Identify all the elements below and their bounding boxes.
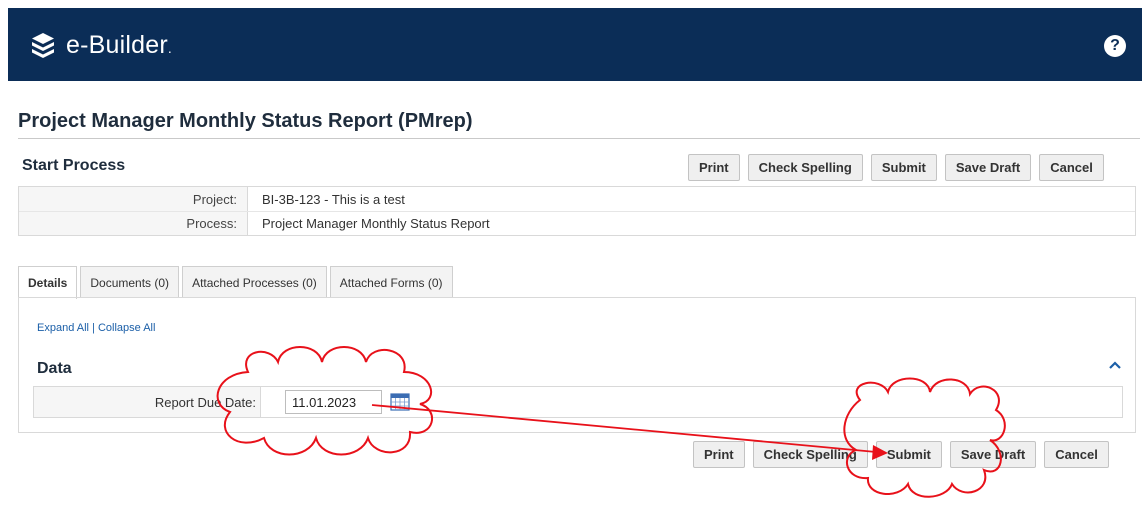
cancel-button-bottom[interactable]: Cancel bbox=[1044, 441, 1109, 468]
bottom-toolbar: Print Check Spelling Submit Save Draft C… bbox=[693, 441, 1109, 468]
check-spelling-button-bottom[interactable]: Check Spelling bbox=[752, 441, 868, 468]
tab-bar: Details Documents (0) Attached Processes… bbox=[18, 266, 453, 299]
tab-details[interactable]: Details bbox=[18, 266, 78, 299]
cancel-button[interactable]: Cancel bbox=[1039, 154, 1104, 181]
chevron-up-icon[interactable] bbox=[1109, 356, 1121, 372]
submit-button-bottom[interactable]: Submit bbox=[875, 441, 942, 468]
report-due-date-input[interactable] bbox=[285, 390, 382, 414]
expand-all-link[interactable]: Expand All bbox=[37, 322, 89, 334]
cube-logo-icon bbox=[32, 33, 54, 58]
process-label: Process: bbox=[19, 212, 247, 235]
report-due-date-label: Report Due Date: bbox=[34, 387, 260, 417]
print-button-bottom[interactable]: Print bbox=[693, 441, 745, 468]
save-draft-button[interactable]: Save Draft bbox=[944, 154, 1032, 181]
link-separator: | bbox=[88, 322, 98, 334]
process-info: Project: BI-3B-123 - This is a test Proc… bbox=[18, 186, 1136, 236]
expand-collapse-links: Expand All | Collapse All bbox=[37, 322, 155, 334]
data-section-title: Data bbox=[37, 360, 72, 377]
top-toolbar: Print Check Spelling Submit Save Draft C… bbox=[688, 154, 1104, 181]
project-label: Project: bbox=[19, 187, 247, 211]
tab-attached-forms[interactable]: Attached Forms (0) bbox=[329, 266, 453, 298]
tab-documents[interactable]: Documents (0) bbox=[80, 266, 180, 298]
print-button[interactable]: Print bbox=[688, 154, 740, 181]
logo-text: e-Builder. bbox=[66, 30, 172, 59]
check-spelling-button[interactable]: Check Spelling bbox=[747, 154, 863, 181]
process-row: Process: Project Manager Monthly Status … bbox=[19, 211, 1135, 235]
project-row: Project: BI-3B-123 - This is a test bbox=[19, 187, 1135, 211]
project-value: BI-3B-123 - This is a test bbox=[247, 187, 405, 211]
top-navbar: e-Builder. ? bbox=[8, 8, 1142, 81]
report-due-date-row: Report Due Date: bbox=[33, 386, 1123, 418]
report-due-date-cell bbox=[260, 387, 410, 417]
logo[interactable]: e-Builder. bbox=[28, 30, 172, 60]
collapse-all-link[interactable]: Collapse All bbox=[98, 322, 155, 334]
help-icon[interactable]: ? bbox=[1104, 35, 1126, 57]
submit-button[interactable]: Submit bbox=[870, 154, 937, 181]
details-panel: Expand All | Collapse All Data Report Du… bbox=[18, 297, 1136, 433]
save-draft-button-bottom[interactable]: Save Draft bbox=[949, 441, 1037, 468]
tab-attached-processes[interactable]: Attached Processes (0) bbox=[182, 266, 327, 298]
section-subtitle: Start Process bbox=[22, 157, 126, 174]
calendar-icon[interactable] bbox=[390, 393, 410, 411]
page-title: Project Manager Monthly Status Report (P… bbox=[18, 110, 473, 132]
divider bbox=[18, 138, 1140, 139]
process-value: Project Manager Monthly Status Report bbox=[247, 212, 490, 235]
